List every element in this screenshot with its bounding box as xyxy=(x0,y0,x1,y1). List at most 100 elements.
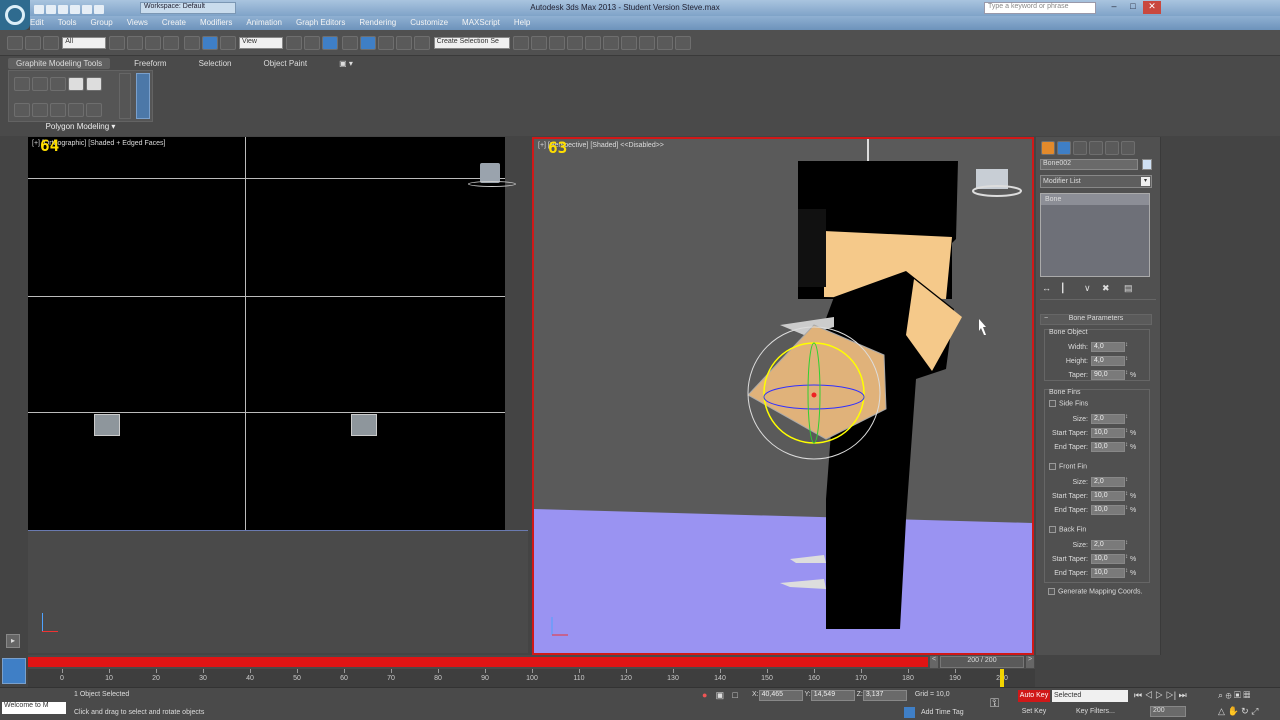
isolate-icon[interactable]: ● xyxy=(702,690,707,700)
side-end-taper-field[interactable]: 10,0 xyxy=(1091,442,1125,452)
tab-graphite-modeling-tools[interactable]: Graphite Modeling Tools xyxy=(8,58,111,69)
angle-snap-icon[interactable] xyxy=(360,36,377,50)
project-icon[interactable] xyxy=(94,5,104,14)
link-icon[interactable] xyxy=(7,36,23,50)
create-tab-icon[interactable] xyxy=(1041,141,1055,155)
align-icon[interactable] xyxy=(530,36,547,50)
panel-stack-icon[interactable] xyxy=(119,73,131,119)
taper-field[interactable]: 90,0 xyxy=(1091,370,1125,380)
spinner-icon[interactable]: ↕ xyxy=(1125,342,1130,352)
menu-item-views[interactable]: Views xyxy=(127,18,148,27)
material-editor-icon[interactable] xyxy=(620,36,637,50)
lock-selection-icon[interactable]: ▣ xyxy=(716,690,725,700)
x-coordinate-field[interactable]: 40,465 xyxy=(758,690,803,701)
configure-sets-icon[interactable]: ▤ xyxy=(1124,283,1138,294)
rectangular-selection-icon[interactable] xyxy=(145,36,162,50)
render-setup-icon[interactable] xyxy=(638,36,655,50)
zoom-icon[interactable]: ⌕ xyxy=(1218,690,1223,700)
key-icon[interactable]: ⚿ xyxy=(990,696,999,711)
redo-icon[interactable] xyxy=(82,5,92,14)
schematic-view-icon[interactable] xyxy=(602,36,619,50)
bind-space-warp-icon[interactable] xyxy=(43,36,59,50)
new-icon[interactable] xyxy=(34,5,44,14)
remove-modifier-icon[interactable]: ✖ xyxy=(1102,283,1124,294)
next-frame-icon[interactable]: > xyxy=(1026,656,1034,668)
key-marker[interactable] xyxy=(1000,669,1004,687)
select-by-name-icon[interactable] xyxy=(127,36,144,50)
viewport-inactive-area[interactable] xyxy=(28,530,528,653)
modify-mode-icon[interactable] xyxy=(14,77,30,91)
viewport-perspective[interactable]: [+] [Perspective] [Shaded] <<Disabled>> … xyxy=(532,137,1034,655)
menu-item-create[interactable]: Create xyxy=(162,18,186,27)
undo-icon[interactable] xyxy=(70,5,80,14)
track-bar[interactable]: 0 10 20 30 40 50 60 70 80 90 100 110 120 130 140 150 160… xyxy=(28,669,1035,687)
orbit-icon[interactable]: ↻ xyxy=(1241,706,1249,716)
edit-named-selection-icon[interactable] xyxy=(414,36,431,50)
mirror-icon[interactable] xyxy=(512,36,529,50)
zoom-all-icon[interactable]: ⊕ xyxy=(1226,690,1232,700)
display-tab-icon[interactable] xyxy=(1105,141,1119,155)
pan-icon[interactable]: ✋ xyxy=(1227,706,1238,716)
grow-icon[interactable] xyxy=(68,103,84,117)
polygon-modeling-dropdown[interactable]: Polygon Modeling ▾ xyxy=(8,122,153,135)
menu-item-animation[interactable]: Animation xyxy=(246,18,282,27)
modifier-list-dropdown[interactable]: Modifier List ▾ xyxy=(1040,175,1152,188)
stack-item[interactable]: Bone xyxy=(1041,194,1149,205)
key-mode-dropdown[interactable]: Selected xyxy=(1052,690,1128,702)
preview-off-icon[interactable] xyxy=(14,103,30,117)
menu-item-customize[interactable]: Customize xyxy=(410,18,448,27)
close-icon[interactable]: ✕ xyxy=(1143,1,1161,14)
bone-marker-left[interactable] xyxy=(94,414,120,436)
height-field[interactable]: 4,0 xyxy=(1091,356,1125,366)
object-color-swatch[interactable] xyxy=(1142,159,1152,170)
viewport-layout-button[interactable]: ▸ xyxy=(6,634,20,648)
add-time-tag[interactable]: Add Time Tag xyxy=(921,709,964,716)
layer-manager-icon[interactable] xyxy=(548,36,565,50)
go-to-end-icon[interactable]: ⏭ xyxy=(1179,690,1187,700)
menu-item-edit[interactable]: Edit xyxy=(30,18,44,27)
open-icon[interactable] xyxy=(46,5,56,14)
front-size-field[interactable]: 2,0 xyxy=(1091,477,1125,487)
menu-item-help[interactable]: Help xyxy=(514,18,530,27)
time-slider-thumb[interactable]: 200 / 200 xyxy=(940,656,1024,668)
make-unique-icon[interactable]: ∨ xyxy=(1084,283,1102,294)
tab-freeform[interactable]: Freeform xyxy=(126,58,174,69)
reference-coordinate-dropdown[interactable]: View xyxy=(238,37,283,49)
maximize-viewport-icon[interactable]: ⤢ xyxy=(1251,706,1258,716)
percent-snap-icon[interactable] xyxy=(378,36,395,50)
set-key-button[interactable]: Set Key xyxy=(1018,706,1050,718)
auto-key-button[interactable]: Auto Key xyxy=(1018,690,1050,702)
show-end-result-icon[interactable]: ┃ xyxy=(1060,283,1084,294)
time-slider[interactable]: < 200 / 200 > xyxy=(28,655,1035,669)
front-start-taper-field[interactable]: 10,0 xyxy=(1091,491,1125,501)
select-object-icon[interactable] xyxy=(109,36,126,50)
utilities-tab-icon[interactable] xyxy=(1121,141,1135,155)
prev-frame-icon[interactable]: < xyxy=(930,656,938,668)
pivot-center-icon[interactable] xyxy=(286,36,303,50)
loop-icon[interactable] xyxy=(50,77,66,91)
spinner-icon[interactable]: ↕ xyxy=(1125,540,1130,550)
named-selection-set-dropdown[interactable]: Create Selection Se xyxy=(433,37,510,49)
keyboard-shortcut-icon[interactable] xyxy=(322,36,339,50)
next-frame-icon[interactable]: ▷| xyxy=(1166,690,1176,700)
front-end-taper-field[interactable]: 10,0 xyxy=(1091,505,1125,515)
preview-on-icon[interactable] xyxy=(32,103,48,117)
rendered-frame-icon[interactable] xyxy=(656,36,673,50)
spinner-icon[interactable]: ↕ xyxy=(1125,356,1130,366)
back-start-taper-field[interactable]: 10,0 xyxy=(1091,554,1125,564)
play-icon[interactable]: ▷ xyxy=(1155,690,1163,700)
go-to-start-icon[interactable]: ⏮ xyxy=(1134,690,1142,700)
minimize-icon[interactable]: – xyxy=(1105,1,1123,14)
side-start-taper-field[interactable]: 10,0 xyxy=(1091,428,1125,438)
mini-curve-editor-icon[interactable] xyxy=(2,658,26,684)
menu-item-graph-editors[interactable]: Graph Editors xyxy=(296,18,345,27)
front-fin-checkbox[interactable]: Front Fin xyxy=(1049,463,1087,477)
search-input[interactable]: Type a keyword or phrase xyxy=(984,2,1096,14)
time-tag-icon[interactable] xyxy=(904,707,915,718)
tab-object-paint[interactable]: Object Paint xyxy=(256,58,316,69)
ribbon-options-icon[interactable]: ▣ ▾ xyxy=(331,58,361,69)
key-filters-button[interactable]: Key Filters... xyxy=(1076,706,1128,718)
width-field[interactable]: 4,0 xyxy=(1091,342,1125,352)
motion-tab-icon[interactable] xyxy=(1089,141,1103,155)
panel-pin-icon[interactable] xyxy=(136,73,150,119)
